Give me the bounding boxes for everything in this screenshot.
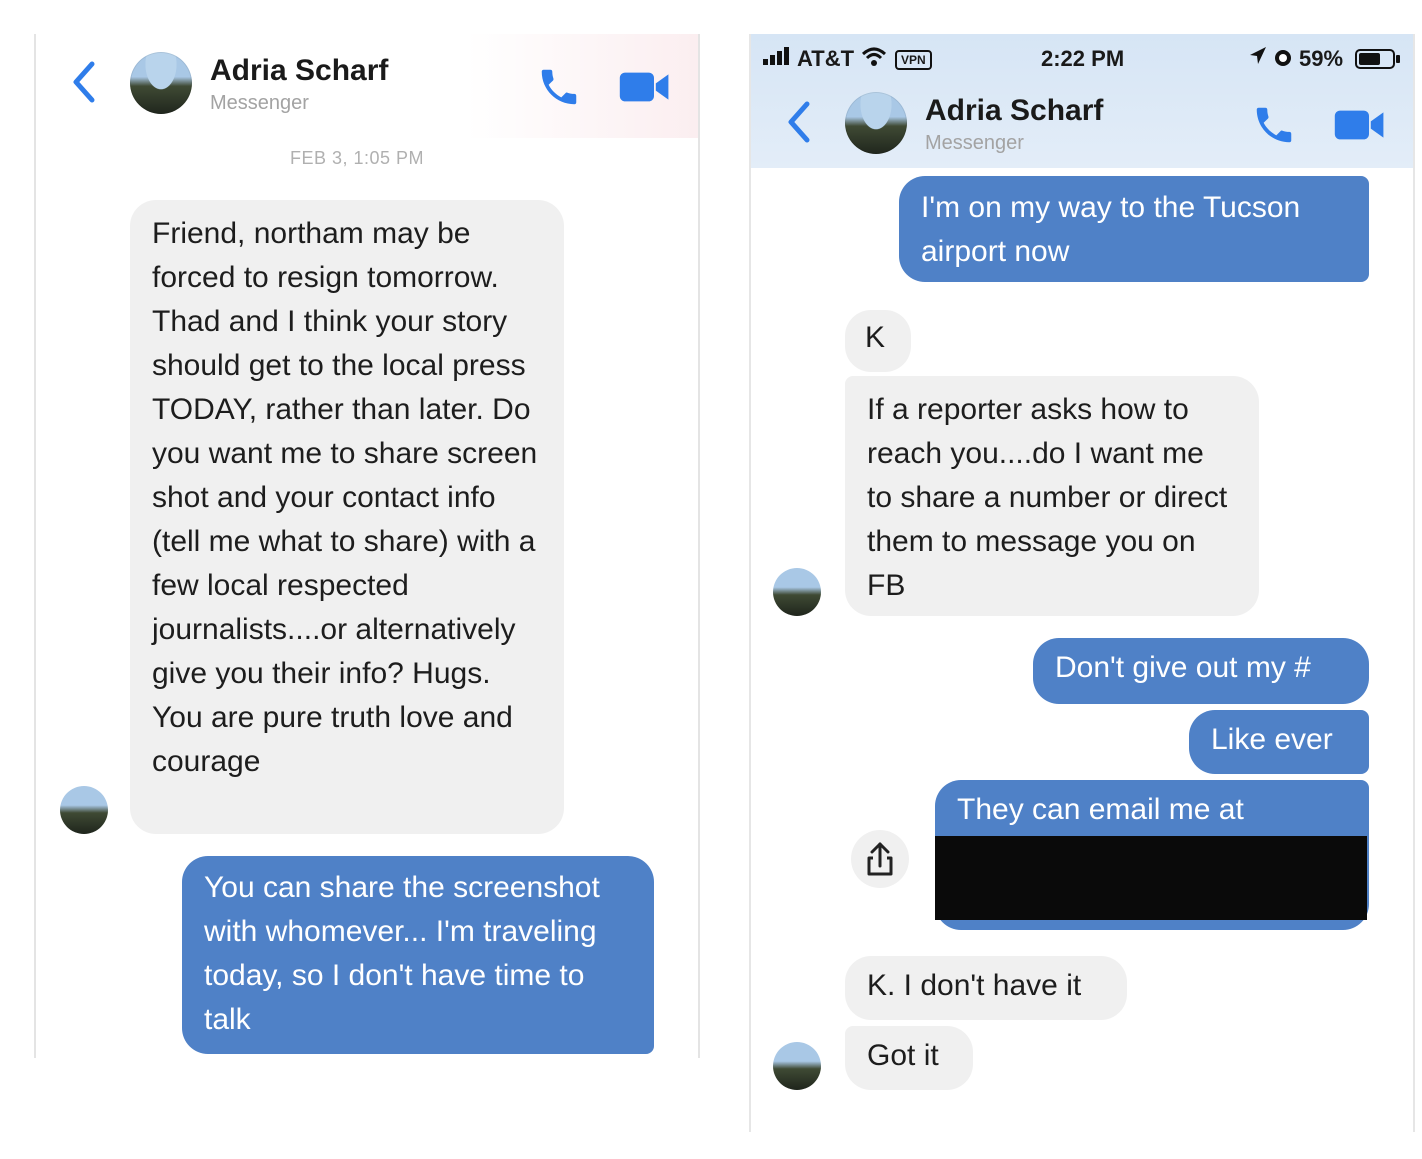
share-icon[interactable] [851, 830, 909, 888]
avatar[interactable] [845, 92, 907, 154]
avatar[interactable] [130, 52, 192, 114]
outgoing-message[interactable]: Don't give out my # [1033, 638, 1369, 704]
incoming-message[interactable]: K [845, 310, 911, 372]
carrier-name: AT&T [797, 46, 855, 71]
redaction-bar [935, 836, 1367, 920]
contact-name[interactable]: Adria Scharf [925, 94, 1103, 128]
message-text: K [865, 321, 886, 354]
contact-subtitle: Messenger [210, 92, 309, 114]
message-text: Like ever [1211, 723, 1333, 756]
right-screenshot: AT&T VPN 2:22 PM 59% Adria Scharf Messen… [749, 34, 1415, 1132]
message-text: I'm on my way to the Tucson airport now [921, 191, 1301, 268]
vpn-badge: VPN [895, 50, 932, 70]
location-icon [1249, 46, 1267, 72]
avatar[interactable] [773, 568, 821, 616]
message-timestamp: FEB 3, 1:05 PM [290, 148, 425, 168]
avatar[interactable] [60, 786, 108, 834]
avatar[interactable] [773, 1042, 821, 1090]
incoming-message[interactable]: Friend, northam may be forced to resign … [130, 200, 564, 834]
message-text: If a reporter asks how to reach you....d… [867, 393, 1228, 602]
wifi-icon [861, 46, 887, 74]
battery-icon [1355, 48, 1401, 76]
message-text: Got it [867, 1039, 939, 1072]
chat-header: AT&T VPN 2:22 PM 59% Adria Scharf Messen… [751, 34, 1413, 168]
message-text: Don't give out my # [1055, 651, 1311, 684]
video-camera-icon[interactable] [618, 68, 672, 111]
signal-icon [763, 46, 793, 72]
clock: 2:22 PM [1041, 46, 1125, 71]
outgoing-message[interactable]: I'm on my way to the Tucson airport now [899, 176, 1369, 282]
message-text: They can email me at [957, 793, 1244, 826]
phone-icon[interactable] [536, 64, 582, 115]
phone-icon[interactable] [1251, 102, 1297, 153]
chevron-left-icon[interactable] [66, 58, 102, 115]
video-camera-icon[interactable] [1333, 106, 1387, 149]
incoming-message[interactable]: If a reporter asks how to reach you....d… [845, 376, 1259, 616]
incoming-message[interactable]: K. I don't have it [845, 956, 1127, 1020]
left-screenshot: Adria Scharf Messenger FEB 3, 1:05 PM Fr… [34, 34, 700, 1058]
battery-percent: 59% [1299, 46, 1344, 71]
outgoing-message[interactable]: You can share the screenshot with whomev… [182, 856, 654, 1054]
chat-header: Adria Scharf Messenger [36, 34, 698, 138]
message-text: You can share the screenshot with whomev… [204, 871, 600, 1036]
message-text: K. I don't have it [867, 969, 1082, 1002]
outgoing-message[interactable]: Like ever [1189, 710, 1369, 774]
incoming-message[interactable]: Got it [845, 1026, 973, 1090]
contact-name[interactable]: Adria Scharf [210, 54, 388, 88]
alarm-icon [1273, 46, 1293, 74]
contact-subtitle: Messenger [925, 132, 1024, 154]
chevron-left-icon[interactable] [781, 98, 817, 155]
message-text: Friend, northam may be forced to resign … [152, 217, 538, 778]
